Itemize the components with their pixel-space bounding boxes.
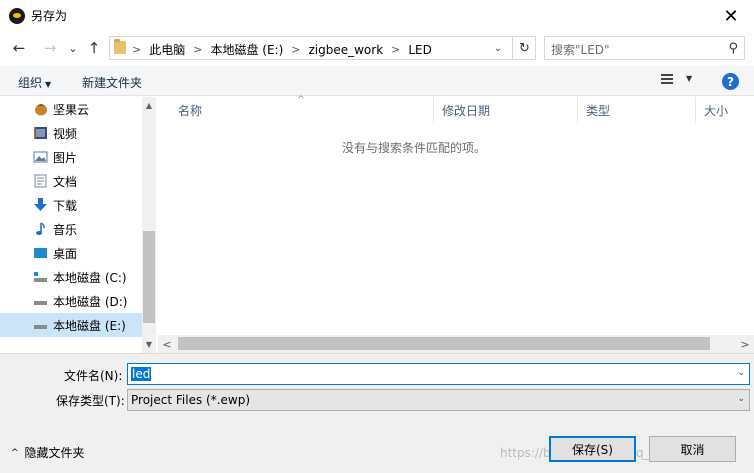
sidebar-item-label: 视频 — [53, 126, 78, 141]
sidebar-item-label: 坚果云 — [53, 102, 90, 117]
column-header-size[interactable]: 大小 — [696, 97, 754, 123]
sidebar-item-downloads[interactable]: 下载 — [0, 193, 142, 217]
file-list-horizontal-scrollbar[interactable]: < > — [158, 335, 754, 353]
forward-arrow-icon[interactable]: → — [40, 38, 60, 58]
sidebar-item-label: 本地磁盘 (E:) — [53, 318, 126, 333]
sidebar-item-label: 本地磁盘 (D:) — [53, 294, 128, 309]
chevron-up-icon: ^ — [11, 447, 19, 458]
organize-label: 组织 — [18, 76, 43, 90]
breadcrumb-separator[interactable]: > — [391, 43, 400, 56]
video-icon — [33, 126, 48, 140]
scroll-down-icon[interactable]: ▼ — [142, 336, 156, 353]
filename-label: 文件名(N): — [64, 369, 123, 383]
sidebar-item-label: 音乐 — [53, 222, 78, 237]
chevron-down-icon[interactable]: ⌄ — [737, 394, 745, 404]
help-icon[interactable]: ? — [722, 73, 739, 90]
document-icon — [33, 174, 48, 188]
hide-folders-button[interactable]: ^ 隐藏文件夹 — [11, 444, 85, 461]
save-form: 文件名(N): led ⌄ 保存类型(T): Project Files (*.… — [0, 353, 754, 473]
title-bar: 另存为 ✕ — [0, 0, 754, 32]
address-bar[interactable]: > 此电脑 > 本地磁盘 (E:) > zigbee_work > LED — [109, 36, 536, 60]
breadcrumb-item-drive-e[interactable]: 本地磁盘 (E:) — [210, 41, 283, 58]
save-button[interactable]: 保存(S) — [549, 436, 636, 462]
breadcrumb: > 此电脑 > 本地磁盘 (E:) > zigbee_work > LED — [132, 41, 432, 58]
filetype-label: 保存类型(T): — [56, 394, 125, 408]
breadcrumb-separator[interactable]: > — [291, 43, 300, 56]
sidebar-scrollbar[interactable]: ▲ ▼ — [142, 97, 156, 353]
caret-down-icon: ▼ — [45, 80, 52, 89]
recent-locations-dropdown-icon[interactable]: ⌄ — [63, 38, 83, 58]
sidebar-item-nutstore[interactable]: 坚果云 — [0, 97, 142, 121]
column-header-type[interactable]: 类型 — [578, 97, 696, 123]
column-header-name[interactable]: 名称 — [170, 97, 434, 123]
scroll-right-icon[interactable]: > — [736, 335, 754, 353]
sidebar-item-label: 图片 — [53, 150, 78, 165]
sidebar-item-drive-e[interactable]: 本地磁盘 (E:) — [0, 313, 142, 337]
nutstore-icon — [33, 102, 48, 116]
app-icon — [9, 8, 25, 24]
breadcrumb-item-led[interactable]: LED — [408, 43, 432, 57]
column-header-modified[interactable]: 修改日期 — [434, 97, 578, 123]
sidebar-item-label: 本地磁盘 (C:) — [53, 270, 127, 285]
breadcrumb-separator[interactable]: > — [193, 43, 202, 56]
command-bar: 组织 ▼ 新建文件夹 ▼ — [0, 66, 754, 96]
desktop-icon — [33, 246, 48, 260]
sidebar-item-documents[interactable]: 文档 — [0, 169, 142, 193]
search-placeholder: 搜索"LED" — [551, 43, 610, 57]
sidebar-item-label: 下载 — [53, 198, 78, 213]
sidebar-item-pictures[interactable]: 图片 — [0, 145, 142, 169]
organize-button[interactable]: 组织 ▼ — [18, 74, 51, 91]
up-arrow-icon[interactable]: ↑ — [84, 38, 104, 58]
close-button[interactable]: ✕ — [708, 0, 754, 32]
sidebar-item-videos[interactable]: 视频 — [0, 121, 142, 145]
hide-folders-label: 隐藏文件夹 — [24, 446, 85, 460]
view-dropdown-icon[interactable]: ▼ — [686, 74, 692, 83]
refresh-icon[interactable]: ↻ — [512, 36, 536, 60]
window-title: 另存为 — [31, 9, 68, 23]
breadcrumb-item-this-pc[interactable]: 此电脑 — [149, 41, 185, 58]
drive-d-icon — [33, 294, 48, 308]
chevron-down-icon[interactable]: ⌄ — [737, 368, 745, 378]
sidebar-item-desktop[interactable]: 桌面 — [0, 241, 142, 265]
sidebar-item-label: 文档 — [53, 174, 78, 189]
view-options-icon[interactable] — [661, 74, 675, 86]
cancel-button[interactable]: 取消 — [649, 436, 736, 462]
scrollbar-thumb[interactable] — [143, 231, 155, 323]
new-folder-button[interactable]: 新建文件夹 — [82, 74, 142, 91]
empty-message: 没有与搜索条件匹配的项。 — [341, 141, 486, 155]
breadcrumb-separator: > — [132, 43, 142, 56]
search-icon[interactable]: ⚲ — [728, 41, 738, 56]
address-dropdown-icon[interactable]: ⌄ — [487, 36, 509, 60]
sidebar-item-music[interactable]: 音乐 — [0, 217, 142, 241]
sidebar-item-drive-d[interactable]: 本地磁盘 (D:) — [0, 289, 142, 313]
scrollbar-thumb[interactable] — [178, 337, 710, 350]
picture-icon — [33, 150, 48, 164]
file-list[interactable]: ^ 名称 修改日期 类型 大小 没有与搜索条件匹配的项。 — [158, 95, 754, 335]
sidebar-item-label: 桌面 — [53, 246, 78, 261]
filename-value[interactable]: led — [131, 367, 152, 381]
music-icon — [33, 222, 48, 236]
folder-icon — [114, 39, 126, 54]
sidebar-item-drive-c[interactable]: 本地磁盘 (C:) — [0, 265, 142, 289]
filename-input[interactable]: led ⌄ — [127, 363, 750, 385]
drive-e-icon — [33, 318, 48, 332]
scroll-left-icon[interactable]: < — [158, 335, 176, 353]
navigation-pane: 坚果云 视频 图片 文档 下载 音乐 桌面 本地磁盘 (C:) 本地磁盘 (D:… — [0, 97, 142, 353]
download-icon — [33, 198, 48, 212]
scroll-up-icon[interactable]: ▲ — [142, 97, 156, 114]
filetype-value: Project Files (*.ewp) — [131, 393, 251, 407]
filetype-select[interactable]: Project Files (*.ewp) ⌄ — [127, 389, 750, 411]
drive-c-icon — [33, 270, 48, 284]
breadcrumb-item-zigbee-work[interactable]: zigbee_work — [308, 43, 383, 57]
search-input[interactable]: 搜索"LED" ⚲ — [544, 36, 745, 60]
back-arrow-icon[interactable]: ← — [9, 38, 29, 58]
